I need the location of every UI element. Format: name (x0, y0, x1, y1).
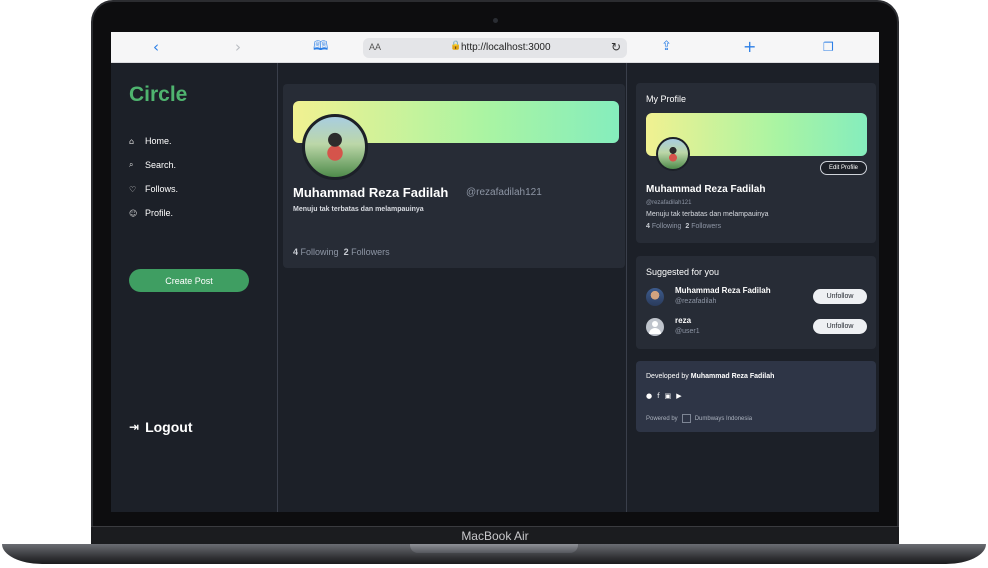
avatar (646, 288, 664, 306)
forward-icon[interactable]: › (235, 38, 241, 56)
brand-logo[interactable]: Circle (129, 83, 187, 107)
avatar (646, 318, 664, 336)
youtube-icon[interactable]: ▶ (676, 392, 681, 400)
new-tab-icon[interactable]: + (743, 38, 756, 56)
suggested-user-name[interactable]: reza (675, 316, 691, 325)
profile-bio: Menuju tak terbatas dan melampauinya (293, 206, 424, 213)
dumbways-logo (681, 414, 691, 423)
sidebar-item-follows[interactable]: ♡ Follows. (129, 177, 178, 201)
profile-card: Muhammad Reza Fadilah @rezafadilah121 Me… (283, 84, 625, 268)
unfollow-button[interactable]: Unfollow (813, 289, 867, 304)
suggested-panel: Suggested for you Muhammad Reza Fadilah … (636, 256, 876, 349)
my-profile-bio: Menuju tak terbatas dan melampauinya (646, 211, 769, 218)
followers-label[interactable]: Followers (691, 223, 721, 230)
powered-by: Powered by Dumbways Indonesia (646, 414, 752, 423)
bookmarks-icon[interactable]: 🕮 (313, 38, 328, 56)
laptop-chin: MacBook Air (91, 526, 899, 544)
developed-prefix: Developed by (646, 373, 689, 380)
followers-count: 2 (343, 247, 349, 257)
instagram-icon[interactable]: ▣ (665, 392, 672, 400)
reload-icon[interactable]: ↻ (611, 40, 621, 54)
sidebar-item-label: Search. (145, 160, 177, 170)
avatar (656, 137, 690, 171)
browser-toolbar: ‹ › 🕮 AA 🔒 http://localhost:3000 ↻ ⇪ + ❐ (111, 32, 879, 63)
avatar (302, 114, 368, 180)
logout-icon: ⇥ (129, 420, 140, 434)
laptop-notch (410, 544, 578, 553)
footer-panel: Developed by Muhammad Reza Fadilah ● f ▣… (636, 361, 876, 432)
following-count: 4 (646, 223, 650, 230)
sidebar-item-label: Follows. (145, 184, 179, 194)
my-profile-handle: @rezafadilah121 (646, 200, 692, 206)
search-icon: ⌕ (129, 160, 134, 169)
following-count: 4 (293, 247, 299, 257)
following-label[interactable]: Following (652, 223, 682, 230)
sidebar-item-home[interactable]: ⌂ Home. (129, 129, 178, 153)
back-icon[interactable]: ‹ (153, 38, 159, 56)
facebook-icon[interactable]: f (657, 392, 659, 400)
sidebar: Circle ⌂ Home. ⌕ Search. ♡ Follows. ☺ Pr… (111, 63, 278, 512)
app: Circle ⌂ Home. ⌕ Search. ♡ Follows. ☺ Pr… (111, 63, 879, 512)
my-profile-stats: 4 Following 2 Followers (646, 223, 721, 230)
home-icon: ⌂ (129, 136, 135, 146)
address-bar[interactable]: AA 🔒 http://localhost:3000 ↻ (363, 38, 627, 58)
profile-handle: @rezafadilah121 (466, 187, 542, 198)
followers-label[interactable]: Followers (351, 247, 390, 257)
suggested-title: Suggested for you (646, 267, 720, 277)
sidebar-item-label: Profile. (145, 208, 174, 218)
powered-prefix: Powered by (646, 415, 678, 422)
text-size-button[interactable]: AA (369, 42, 381, 52)
main-content: Muhammad Reza Fadilah @rezafadilah121 Me… (279, 63, 627, 512)
list-item: reza @user1 Unfollow (646, 316, 867, 342)
social-links: ● f ▣ ▶ (646, 392, 682, 400)
powered-name[interactable]: Dumbways Indonesia (695, 416, 752, 422)
user-icon: ☺ (129, 208, 138, 218)
my-profile-panel: My Profile Edit Profile Muhammad Reza Fa… (636, 83, 876, 243)
suggested-user-handle: @user1 (675, 328, 700, 335)
device-label: MacBook Air (461, 528, 529, 543)
developer-name: Muhammad Reza Fadilah (690, 373, 775, 380)
my-profile-title: My Profile (646, 94, 687, 104)
sidebar-nav: ⌂ Home. ⌕ Search. ♡ Follows. ☺ Profile. (129, 129, 178, 225)
unfollow-button[interactable]: Unfollow (813, 319, 867, 334)
share-icon[interactable]: ⇪ (661, 38, 672, 56)
profile-stats: 4 Following 2 Followers (293, 247, 390, 257)
heart-icon: ♡ (129, 184, 137, 194)
lock-icon: 🔒 (450, 41, 462, 51)
sidebar-item-label: Home. (145, 136, 172, 146)
sidebar-item-profile[interactable]: ☺ Profile. (129, 201, 178, 225)
create-post-button[interactable]: Create Post (129, 269, 249, 292)
url-text[interactable]: http://localhost:3000 (461, 42, 551, 53)
developer-credit: Developed by Muhammad Reza Fadilah (646, 373, 774, 380)
screen: ‹ › 🕮 AA 🔒 http://localhost:3000 ↻ ⇪ + ❐… (111, 32, 879, 512)
github-icon[interactable]: ● (646, 392, 652, 400)
logout-label: Logout (145, 419, 193, 435)
suggested-user-handle: @rezafadilah (675, 298, 717, 305)
sidebar-item-search[interactable]: ⌕ Search. (129, 153, 178, 177)
suggested-user-name[interactable]: Muhammad Reza Fadilah (675, 286, 771, 295)
tabs-icon[interactable]: ❐ (823, 38, 834, 56)
followers-count: 2 (685, 223, 690, 230)
edit-profile-button[interactable]: Edit Profile (820, 161, 867, 175)
my-profile-name: Muhammad Reza Fadilah (646, 184, 766, 195)
camera (493, 18, 498, 23)
list-item: Muhammad Reza Fadilah @rezafadilah Unfol… (646, 286, 867, 312)
logout-button[interactable]: ⇥ Logout (129, 419, 192, 435)
following-label[interactable]: Following (301, 247, 339, 257)
profile-name: Muhammad Reza Fadilah (293, 185, 449, 200)
right-sidebar: My Profile Edit Profile Muhammad Reza Fa… (628, 63, 879, 512)
